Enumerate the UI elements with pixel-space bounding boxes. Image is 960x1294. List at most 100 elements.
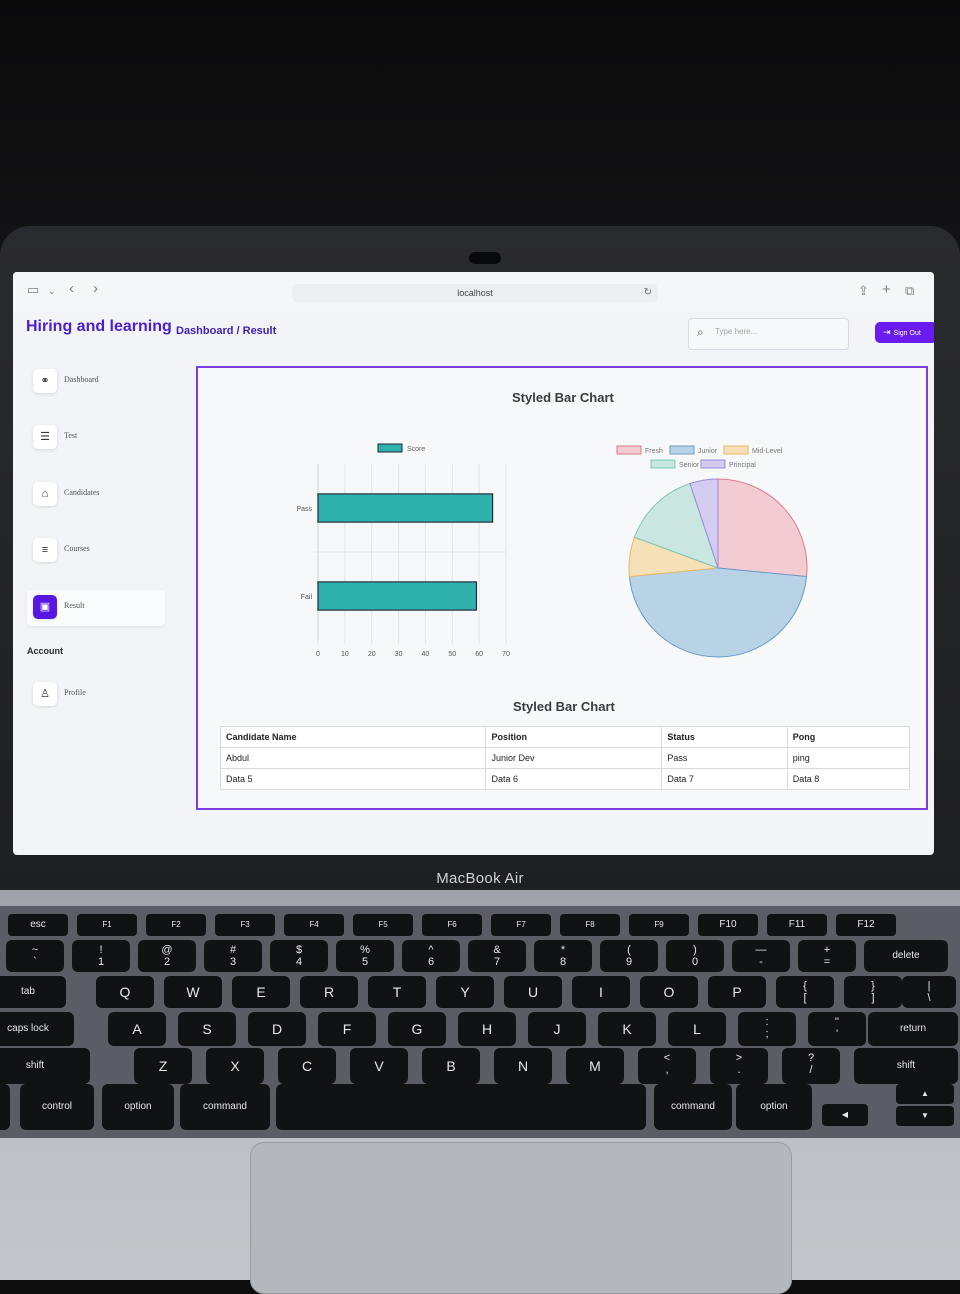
keyboard-key[interactable]: command [180, 1084, 270, 1130]
sign-out-button[interactable]: ⇥ Sign Out [875, 322, 934, 343]
keyboard-key[interactable]: D [248, 1012, 306, 1046]
keyboard-key[interactable]: ^ 6 [402, 940, 460, 972]
keyboard-key[interactable]: F [318, 1012, 376, 1046]
keyboard-key[interactable]: fn [0, 1084, 10, 1130]
keyboard-key[interactable]: L [668, 1012, 726, 1046]
keyboard-key[interactable]: U [504, 976, 562, 1008]
keyboard-key[interactable]: F7 [491, 914, 551, 936]
sidebar-item-candidates[interactable]: ⌂ Candidates [27, 477, 167, 513]
keyboard-key[interactable]: H [458, 1012, 516, 1046]
keyboard-key[interactable]: F9 [629, 914, 689, 936]
keyboard-key[interactable]: F11 [767, 914, 827, 936]
keyboard-key[interactable]: (9 [600, 940, 658, 972]
keyboard-key[interactable]: J [528, 1012, 586, 1046]
keyboard-key[interactable]: esc [8, 914, 68, 936]
keyboard-key[interactable]: F1 [77, 914, 137, 936]
keyboard-key[interactable]: P [708, 976, 766, 1008]
sidebar-item-dashboard[interactable]: ⚭ Dashboard [27, 364, 167, 400]
keyboard-key[interactable]: Z [134, 1048, 192, 1084]
keyboard-key[interactable]: ~ ` [6, 940, 64, 972]
keyboard-key[interactable]: ▲ [896, 1084, 954, 1104]
keyboard-key[interactable]: F5 [353, 914, 413, 936]
keyboard-key[interactable]: command [654, 1084, 732, 1130]
keyboard-key[interactable]: * 8 [534, 940, 592, 972]
keyboard-key[interactable]: ) 0 [666, 940, 724, 972]
sidebar-toggle-icon[interactable]: ▭ [27, 283, 39, 297]
trackpad[interactable] [250, 1142, 792, 1294]
keyboard-key[interactable]: ▼ [896, 1106, 954, 1126]
keyboard-key[interactable]: & 7 [468, 940, 526, 972]
search-box[interactable]: ⌕ [688, 318, 849, 350]
device-brand-label: MacBook Air [436, 870, 524, 887]
keyboard-key[interactable]: $4 [270, 940, 328, 972]
keyboard-key[interactable]: X [206, 1048, 264, 1084]
keyboard-key[interactable]: ! 1 [72, 940, 130, 972]
keyboard-key[interactable]: T [368, 976, 426, 1008]
keyboard-key[interactable]: F6 [422, 914, 482, 936]
keyboard-key[interactable]: K [598, 1012, 656, 1046]
keyboard-key[interactable]: Q [96, 976, 154, 1008]
pie-slice [717, 478, 808, 578]
keyboard-key[interactable]: control [20, 1084, 94, 1130]
keyboard-key[interactable]: F4 [284, 914, 344, 936]
keyboard-key[interactable]: B [422, 1048, 480, 1084]
keyboard-key[interactable]: % 5 [336, 940, 394, 972]
keyboard-key[interactable]: Y [436, 976, 494, 1008]
keyboard-key[interactable]: O [640, 976, 698, 1008]
keyboard-key[interactable]: {[ [776, 976, 834, 1008]
keyboard-key[interactable]: A [108, 1012, 166, 1046]
table-row[interactable]: Data 5 Data 6 Data 7 Data 8 [219, 768, 911, 790]
keyboard-key[interactable] [276, 1084, 646, 1130]
address-bar[interactable]: localhost ↻ [292, 284, 658, 302]
keyboard-key[interactable]: :; [738, 1012, 796, 1046]
keyboard-key[interactable]: delete [864, 940, 948, 972]
sidebar-item-result[interactable]: ▣ Result [27, 590, 165, 626]
keyboard-key[interactable]: shift [0, 1048, 90, 1084]
keyboard-key[interactable]: F3 [215, 914, 275, 936]
chevron-down-icon[interactable]: ⌄ [48, 284, 56, 298]
keyboard-key[interactable]: N [494, 1048, 552, 1084]
back-icon[interactable]: ‹ [69, 281, 74, 296]
keyboard-key[interactable]: W [164, 976, 222, 1008]
keyboard-key[interactable]: >. [710, 1048, 768, 1084]
forward-icon[interactable]: › [93, 281, 98, 296]
share-icon[interactable]: ⇪ [858, 284, 869, 298]
keyboard-key[interactable]: E [232, 976, 290, 1008]
search-input[interactable] [713, 326, 837, 337]
keyboard-key[interactable]: return [868, 1012, 958, 1046]
keyboard-key[interactable]: @2 [138, 940, 196, 972]
keyboard-key[interactable]: M [566, 1048, 624, 1084]
keyboard-key[interactable]: + = [798, 940, 856, 972]
keyboard-key[interactable]: V [350, 1048, 408, 1084]
keyboard-key[interactable]: option [102, 1084, 174, 1130]
tabs-overview-icon[interactable]: ⧉ [905, 284, 914, 298]
sidebar-item-profile[interactable]: ♙ Profile [27, 677, 167, 713]
sidebar-item-test[interactable]: ☰ Test [27, 420, 167, 456]
keyboard-key[interactable]: shift [854, 1048, 958, 1084]
new-tab-icon[interactable]: + [882, 282, 891, 297]
keyboard-key[interactable]: <, [638, 1048, 696, 1084]
keyboard-key[interactable]: C [278, 1048, 336, 1084]
keyboard-key[interactable]: ◀ [822, 1104, 868, 1126]
keyboard-key[interactable]: G [388, 1012, 446, 1046]
keyboard-key[interactable]: F8 [560, 914, 620, 936]
keyboard-key[interactable]: F12 [836, 914, 896, 936]
keyboard-key[interactable]: }] [844, 976, 902, 1008]
keyboard-key[interactable]: S [178, 1012, 236, 1046]
keyboard-key[interactable]: " ' [808, 1012, 866, 1046]
breadcrumb[interactable]: Dashboard / Result [176, 325, 276, 337]
keyboard-key[interactable]: #3 [204, 940, 262, 972]
sidebar-item-courses[interactable]: ≡ Courses [27, 533, 167, 569]
keyboard-key[interactable]: I [572, 976, 630, 1008]
keyboard-key[interactable]: F2 [146, 914, 206, 936]
reload-icon[interactable]: ↻ [644, 284, 652, 302]
keyboard-key[interactable]: caps lock [0, 1012, 74, 1046]
keyboard-key[interactable]: option [736, 1084, 812, 1130]
keyboard-key[interactable]: | \ [902, 976, 956, 1008]
keyboard-key[interactable]: ? / [782, 1048, 840, 1084]
keyboard-key[interactable]: — - [732, 940, 790, 972]
table-row[interactable]: Abdul Junior Dev Pass ping [219, 747, 911, 769]
keyboard-key[interactable]: R [300, 976, 358, 1008]
keyboard-key[interactable]: tab [0, 976, 66, 1008]
keyboard-key[interactable]: F10 [698, 914, 758, 936]
